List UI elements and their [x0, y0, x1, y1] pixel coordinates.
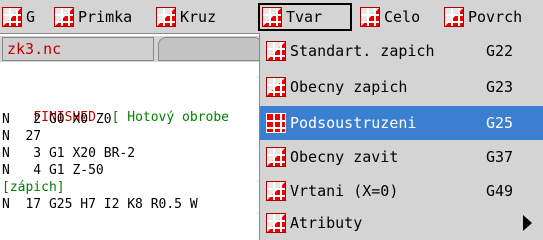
grid-red-icon — [2, 7, 22, 27]
submenu-arrow-icon — [523, 215, 532, 231]
menu-item-shortcut: G49 — [486, 182, 514, 200]
menubar: G Primka Kruz Tvar Celo Povrch — [0, 0, 543, 34]
menu-item-obecny-zapich[interactable]: Obecny zapich G23 — [260, 72, 543, 102]
menu-item-shortcut: G22 — [486, 42, 514, 60]
grid-red-icon — [360, 7, 380, 27]
menu-tab-label: G — [26, 8, 36, 26]
menu-tab-primka[interactable]: Primka — [54, 3, 132, 31]
menu-item-label: Standart. zapich — [290, 42, 435, 60]
menu-tab-label: Celo — [384, 8, 421, 26]
menu-tab-label: Primka — [78, 8, 133, 26]
menu-tab-celo[interactable]: Celo — [360, 3, 420, 31]
grid-red-icon — [262, 7, 282, 27]
code-line: N 17 G25 H7 I2 K8 R0.5 W — [2, 197, 198, 212]
grid-red-icon — [266, 113, 286, 133]
menu-item-shortcut: G23 — [486, 78, 514, 96]
grid-red-icon — [266, 181, 286, 201]
menu-tab-label: Povrch — [468, 8, 523, 26]
menu-item-podsoustruzeni[interactable]: Podsoustruzeni G25 — [260, 106, 543, 140]
menu-item-obecny-zavit[interactable]: Obecny zavit G37 — [260, 142, 543, 172]
menu-item-label: Obecny zavit — [290, 148, 399, 166]
menu-tab-tvar[interactable]: Tvar — [258, 3, 352, 31]
grid-red-icon — [266, 147, 286, 167]
empty-tab[interactable] — [158, 37, 262, 61]
menu-tab-kruz[interactable]: Kruz — [156, 3, 216, 31]
finished-comment: [ Hotový obrobe — [111, 110, 229, 125]
code-line: N 27 — [2, 129, 42, 144]
menu-tab-label: Kruz — [180, 8, 217, 26]
grid-red-icon — [444, 7, 464, 27]
grid-red-icon — [266, 77, 286, 97]
code-line: N 3 G1 X20 BR-2 — [2, 146, 136, 161]
menu-item-label: Obecny zapich — [290, 78, 408, 96]
menu-item-shortcut: G25 — [486, 114, 514, 132]
grid-red-icon — [54, 7, 74, 27]
code-line: N 4 G1 Z-50 — [2, 163, 104, 178]
menu-tab-label: Tvar — [286, 8, 323, 26]
menu-item-atributy[interactable]: Atributy — [260, 208, 543, 238]
menu-tab-povrch[interactable]: Povrch — [444, 3, 522, 31]
menu-item-label: Podsoustruzeni — [290, 114, 417, 132]
code-editor[interactable]: FINISHED [ Hotový obrobe N 2 G0 X0 Z0 N … — [0, 64, 262, 240]
menu-tab-g[interactable]: G — [2, 3, 35, 31]
grid-red-icon — [266, 41, 286, 61]
grid-red-icon — [156, 7, 176, 27]
code-line: [zápich] — [2, 180, 65, 195]
code-line: N 2 G0 X0 Z0 — [2, 112, 112, 127]
menu-item-label: Atributy — [290, 214, 363, 232]
grid-red-icon — [266, 213, 286, 233]
menu-item-shortcut: G37 — [486, 148, 514, 166]
menu-item-standart-zapich[interactable]: Standart. zapich G22 — [260, 36, 543, 66]
menu-item-vrtani[interactable]: Vrtani (X=0) G49 — [260, 176, 543, 206]
file-tab[interactable]: zk3.nc — [2, 37, 154, 61]
menu-item-label: Vrtani (X=0) — [290, 182, 399, 200]
file-tab-strip: zk3.nc — [0, 36, 262, 62]
tvar-dropdown-menu: Standart. zapich G22 Obecny zapich G23 P… — [259, 33, 543, 240]
